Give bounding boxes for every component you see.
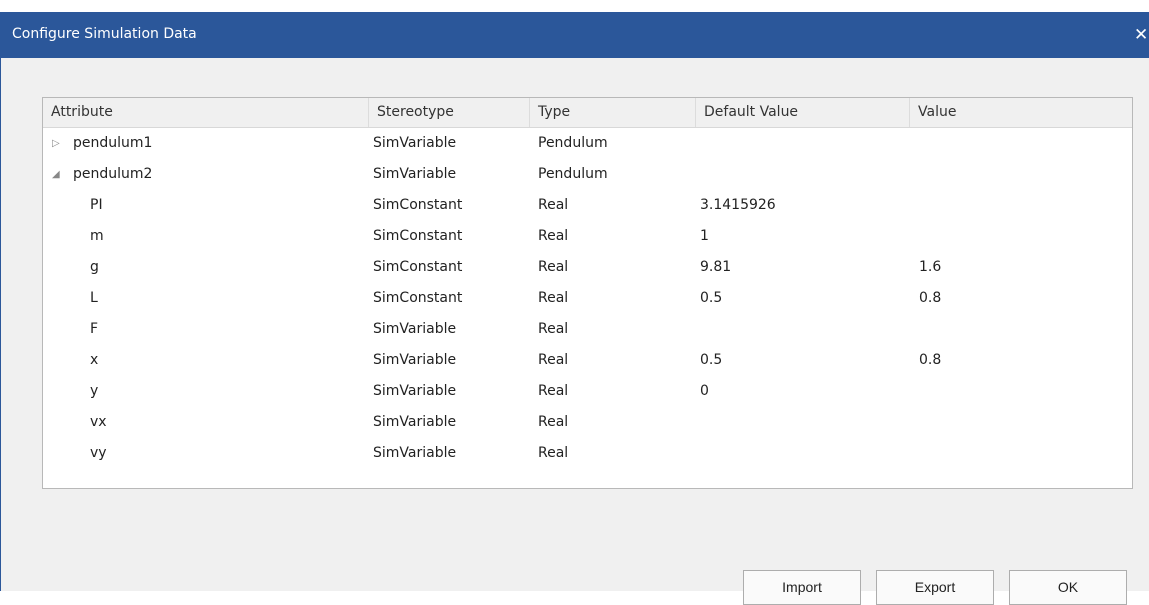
cell-type: Real (538, 321, 569, 337)
cell-attribute: g (90, 259, 99, 275)
cell-stereotype: SimVariable (373, 414, 457, 430)
close-icon[interactable]: ✕ (1134, 24, 1149, 46)
cell-stereotype: SimVariable (373, 352, 457, 368)
table-row[interactable]: vy SimVariable Real (43, 438, 1132, 469)
table-row[interactable]: vx SimVariable Real (43, 407, 1132, 438)
cell-attribute: pendulum2 (73, 166, 153, 182)
cell-stereotype: SimVariable (373, 166, 457, 182)
cell-attribute: PI (90, 197, 103, 213)
cell-default-value: 0 (700, 383, 709, 399)
table-row[interactable]: m SimConstant Real 1 (43, 221, 1132, 252)
table-row[interactable]: F SimVariable Real (43, 314, 1132, 345)
table-row[interactable]: PI SimConstant Real 3.1415926 (43, 190, 1132, 221)
cell-attribute: vx (90, 414, 107, 430)
attribute-grid: Attribute Stereotype Type Default Value … (42, 97, 1133, 489)
cell-type: Real (538, 383, 569, 399)
column-header-attribute[interactable]: Attribute (43, 98, 369, 127)
cell-attribute: pendulum1 (73, 135, 153, 151)
column-header-value[interactable]: Value (910, 98, 1132, 127)
cell-default-value: 1 (700, 228, 709, 244)
cell-stereotype: SimVariable (373, 321, 457, 337)
cell-default-value: 0.5 (700, 290, 723, 306)
cell-default-value: 0.5 (700, 352, 723, 368)
column-header-default-value[interactable]: Default Value (696, 98, 910, 127)
title-bar[interactable]: Configure Simulation Data ✕ (1, 12, 1149, 58)
cell-type: Real (538, 228, 569, 244)
ok-button[interactable]: OK (1009, 570, 1127, 605)
cell-stereotype: SimConstant (373, 197, 463, 213)
table-row[interactable]: L SimConstant Real 0.5 0.8 (43, 283, 1132, 314)
cell-stereotype: SimConstant (373, 228, 463, 244)
cell-type: Real (538, 414, 569, 430)
column-header-type[interactable]: Type (530, 98, 696, 127)
table-row[interactable]: ◢ pendulum2 SimVariable Pendulum (43, 159, 1132, 190)
cell-default-value: 9.81 (700, 259, 732, 275)
column-header-stereotype[interactable]: Stereotype (369, 98, 530, 127)
export-button[interactable]: Export (876, 570, 994, 605)
cell-value[interactable]: 0.8 (919, 345, 941, 376)
table-row[interactable]: g SimConstant Real 9.81 1.6 (43, 252, 1132, 283)
cell-stereotype: SimVariable (373, 135, 457, 151)
cell-stereotype: SimVariable (373, 445, 457, 461)
table-row[interactable]: ▷ pendulum1 SimVariable Pendulum (43, 128, 1132, 159)
cell-value[interactable]: 0.8 (919, 283, 941, 314)
cell-type: Pendulum (538, 135, 608, 151)
cell-stereotype: SimConstant (373, 259, 463, 275)
expand-icon[interactable]: ▷ (52, 128, 60, 159)
dialog-title: Configure Simulation Data (12, 26, 197, 42)
grid-header: Attribute Stereotype Type Default Value … (43, 98, 1132, 128)
cell-attribute: y (90, 383, 99, 399)
cell-attribute: x (90, 352, 99, 368)
cell-attribute: vy (90, 445, 107, 461)
cell-type: Real (538, 352, 569, 368)
cell-value[interactable]: 1.6 (919, 252, 941, 283)
table-row[interactable]: y SimVariable Real 0 (43, 376, 1132, 407)
cell-default-value: 3.1415926 (700, 197, 776, 213)
import-button[interactable]: Import (743, 570, 861, 605)
cell-type: Real (538, 197, 569, 213)
cell-type: Real (538, 290, 569, 306)
cell-type: Pendulum (538, 166, 608, 182)
cell-attribute: L (90, 290, 98, 306)
cell-attribute: m (90, 228, 104, 244)
table-row[interactable]: x SimVariable Real 0.5 0.8 (43, 345, 1132, 376)
cell-stereotype: SimVariable (373, 383, 457, 399)
cell-stereotype: SimConstant (373, 290, 463, 306)
cell-type: Real (538, 259, 569, 275)
cell-attribute: F (90, 321, 99, 337)
configure-simulation-dialog: Configure Simulation Data ✕ Attribute St… (0, 12, 1149, 605)
cell-type: Real (538, 445, 569, 461)
collapse-icon[interactable]: ◢ (52, 159, 60, 190)
